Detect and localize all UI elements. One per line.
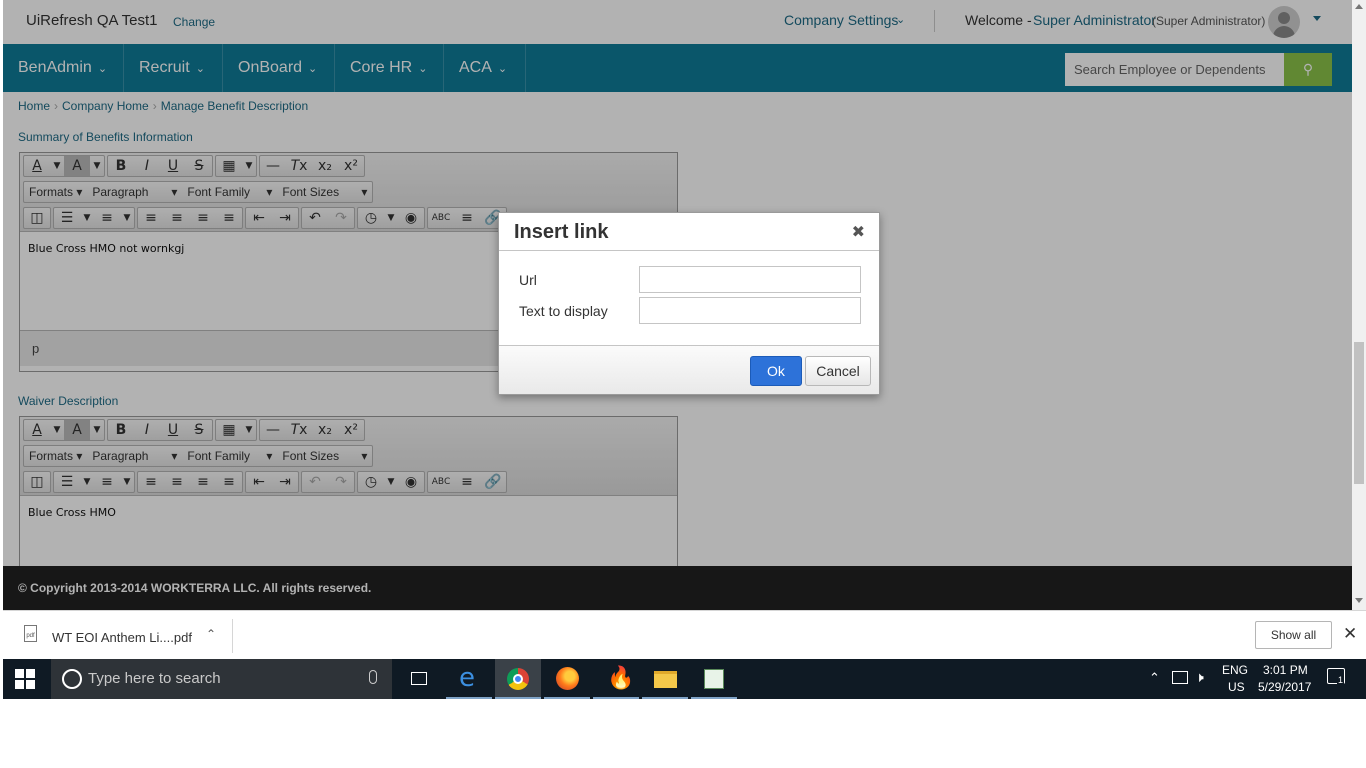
ok-button[interactable]: Ok — [750, 356, 802, 386]
taskbar-search-placeholder: Type here to search — [88, 670, 221, 687]
divider — [232, 619, 233, 653]
show-all-button[interactable]: Show all — [1255, 621, 1332, 649]
microphone-icon[interactable] — [369, 670, 377, 684]
taskbar-search-box[interactable]: Type here to search — [51, 659, 392, 699]
text-to-display-input[interactable] — [639, 297, 861, 324]
windows-start-icon[interactable] — [15, 669, 35, 689]
url-label: Url — [519, 272, 537, 288]
insert-link-dialog: Insert link ✖ Url Text to display Ok Can… — [498, 212, 880, 395]
chrome-browser-icon[interactable] — [495, 659, 541, 699]
close-icon[interactable]: ✖ — [852, 222, 865, 242]
dialog-body: Url Text to display — [499, 251, 879, 345]
network-icon[interactable] — [1172, 671, 1188, 684]
dialog-header: Insert link ✖ — [499, 213, 879, 251]
region-code[interactable]: US — [1228, 680, 1245, 720]
download-bar: pdf WT EOI Anthem Li....pdf ⌃ Show all ✕ — [3, 610, 1366, 659]
cortana-icon — [62, 669, 82, 689]
browser-page: UiRefresh QA Test1 Change Company Settin… — [3, 0, 1352, 610]
scroll-up-icon[interactable] — [1355, 4, 1363, 9]
spreadsheet-app-icon[interactable] — [691, 659, 737, 699]
pdf-file-icon: pdf — [24, 625, 37, 642]
notification-center-icon[interactable]: 1 — [1327, 668, 1345, 685]
clock-date[interactable]: 5/29/2017 — [1258, 680, 1311, 720]
scroll-down-icon[interactable] — [1355, 598, 1363, 603]
dialog-title: Insert link — [514, 221, 609, 243]
windows-taskbar: Type here to search e 🔥 ⌃ 🕨 ENG US 3:01 … — [3, 659, 1366, 699]
task-view-icon[interactable] — [396, 659, 442, 699]
page-scrollbar[interactable] — [1352, 0, 1366, 610]
close-icon[interactable]: ✕ — [1343, 624, 1357, 644]
download-file-name[interactable]: WT EOI Anthem Li....pdf — [52, 630, 192, 645]
scroll-thumb[interactable] — [1354, 342, 1364, 484]
cancel-button[interactable]: Cancel — [805, 356, 871, 386]
text-to-display-label: Text to display — [519, 303, 608, 319]
url-input[interactable] — [639, 266, 861, 293]
firefox-browser-icon[interactable] — [544, 659, 590, 699]
fire-app-icon[interactable]: 🔥 — [593, 659, 639, 699]
chevron-up-icon[interactable]: ⌃ — [1149, 670, 1160, 710]
dialog-footer: Ok Cancel — [499, 345, 879, 394]
chevron-up-icon[interactable]: ⌃ — [206, 627, 216, 641]
file-explorer-icon[interactable] — [642, 659, 688, 699]
edge-browser-icon[interactable]: e — [446, 659, 492, 699]
volume-muted-icon[interactable]: 🕨 — [1195, 669, 1204, 709]
notification-count: 1 — [1337, 675, 1345, 685]
